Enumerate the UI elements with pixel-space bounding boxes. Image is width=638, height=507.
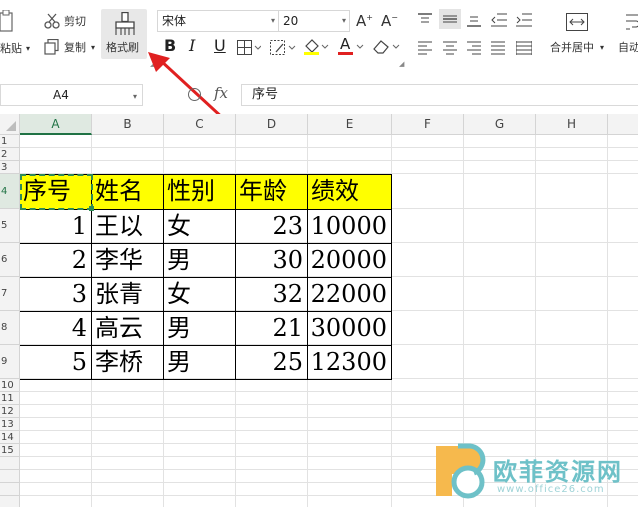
table-header-cell[interactable]: 性别 [164,175,235,209]
increase-font-icon[interactable]: A+ [356,11,373,29]
table-cell[interactable]: 20000 [308,244,391,277]
table-header-cell[interactable]: 绩效 [308,175,391,209]
justify-icon[interactable] [491,40,505,59]
italic-button[interactable]: I [189,38,195,54]
font-size-select[interactable]: 20 ▾ [278,10,350,32]
paste-button[interactable]: 粘贴 [0,42,22,56]
font-name-value: 宋体 [162,14,187,28]
align-left-icon[interactable] [418,40,432,59]
table-header-cell[interactable]: 姓名 [92,175,163,209]
table-cell[interactable]: 女 [164,210,235,243]
copy-icon[interactable] [44,38,60,59]
bold-button[interactable]: B [164,38,176,54]
cut-button[interactable]: 剪切 [64,15,86,29]
align-right-icon[interactable] [467,40,481,59]
font-size-value: 20 [283,14,299,28]
copy-marquee [20,174,93,210]
brush-icon [114,11,136,40]
table-cell[interactable]: 30000 [308,312,391,345]
merge-dropdown-icon[interactable]: ▾ [600,41,604,55]
auto-wrap-button[interactable]: 自动 [618,41,638,55]
table-header-cell[interactable]: 年龄 [236,175,307,209]
ribbon-toolbar: 粘贴 ▾ 剪切 复制 ▾ 格式刷 ◢ 宋体 ▾ 20 ▾ A+ A− B I U… [0,0,638,68]
scissors-icon[interactable] [44,13,60,33]
watermark-url: www.office26.com [497,484,605,495]
distributed-icon[interactable] [515,40,533,59]
name-box-value: A4 [53,88,69,102]
table-cell[interactable]: 23 [236,210,307,243]
watermark-logo-icon [436,443,486,499]
watermark-text: 欧菲资源网 [493,458,623,486]
table-cell[interactable]: 21 [236,312,307,345]
table-cell[interactable]: 22000 [308,278,391,311]
merge-center-icon[interactable] [566,13,588,35]
sheet-grid[interactable]: A B C D E F G H 1 2 3 4 5 6 7 8 9 10 11 … [0,114,638,507]
font-color-letter: A [340,35,351,53]
align-center-icon[interactable] [443,40,457,59]
table-cell[interactable]: 30 [236,244,307,277]
table-cell[interactable]: 李华 [92,244,163,277]
table-cell[interactable]: 5 [20,346,91,379]
chevron-down-icon: ▾ [341,16,346,25]
font-color-icon[interactable]: A [337,37,365,61]
table-cell[interactable]: 3 [20,278,91,311]
table-cell[interactable]: 32 [236,278,307,311]
align-bottom-icon[interactable] [467,12,481,31]
table-cell[interactable]: 12300 [308,346,391,379]
paste-dropdown-icon[interactable]: ▾ [26,42,30,56]
table-cell[interactable]: 10000 [308,210,391,243]
formula-content: 序号 [252,87,279,102]
table-cell[interactable]: 25 [236,346,307,379]
function-icon[interactable]: fx [214,84,228,102]
table-cell[interactable]: 1 [20,210,91,243]
copy-dropdown-icon[interactable]: ▾ [91,41,95,55]
name-box[interactable]: A4 ▾ [0,84,143,106]
formula-bar: A4 ▾ fx 序号 [0,84,638,108]
font-name-select[interactable]: 宋体 ▾ [157,10,279,32]
paste-icon[interactable] [0,9,14,38]
increase-indent-icon[interactable] [516,12,532,31]
align-top-icon[interactable] [418,12,432,31]
table-cell[interactable]: 张青 [92,278,163,311]
copy-button[interactable]: 复制 [64,41,86,55]
fill-color-icon[interactable] [303,38,329,60]
underline-button[interactable]: U [214,38,226,54]
table-cell[interactable]: 男 [164,346,235,379]
table-cell[interactable]: 2 [20,244,91,277]
eraser-icon[interactable] [372,39,400,59]
formula-input[interactable]: 序号 [241,84,638,106]
cell-style-icon[interactable] [270,40,296,60]
search-icon[interactable] [188,88,201,101]
table-cell[interactable]: 高云 [92,312,163,345]
align-middle-icon[interactable] [439,9,461,29]
decrease-indent-icon[interactable] [491,12,507,31]
table-cell[interactable]: 女 [164,278,235,311]
decrease-font-icon[interactable]: A− [381,11,398,29]
table-cell[interactable]: 王以 [92,210,163,243]
table-cell[interactable]: 男 [164,244,235,277]
format-painter-label: 格式刷 [106,41,139,54]
spreadsheet-window: 粘贴 ▾ 剪切 复制 ▾ 格式刷 ◢ 宋体 ▾ 20 ▾ A+ A− B I U… [0,0,638,507]
font-expander-icon[interactable]: ◢ [399,57,404,71]
fill-handle[interactable] [89,206,94,211]
table-cell[interactable]: 李桥 [92,346,163,379]
chevron-down-icon: ▾ [132,92,137,101]
merge-center-button[interactable]: 合并居中 [550,41,594,55]
table-cell[interactable]: 4 [20,312,91,345]
table-cell[interactable]: 男 [164,312,235,345]
chevron-down-icon: ▾ [270,16,275,25]
wrap-text-icon[interactable] [626,13,638,35]
